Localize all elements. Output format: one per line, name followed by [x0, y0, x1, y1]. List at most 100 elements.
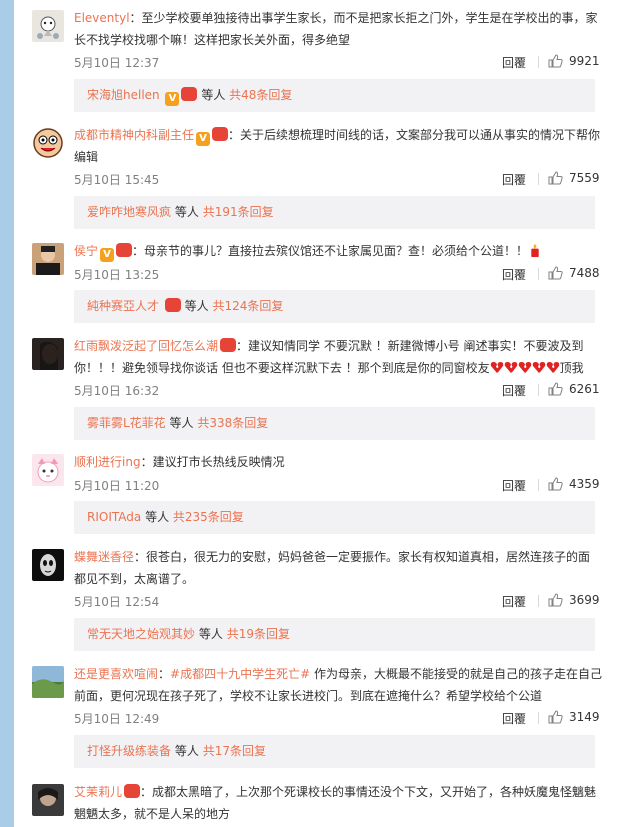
thumb-up-icon: [548, 382, 563, 396]
avatar[interactable]: [32, 10, 64, 42]
like-count: 7488: [569, 266, 600, 280]
like-button[interactable]: 7559: [548, 171, 600, 185]
like-button[interactable]: 7488: [548, 266, 600, 280]
sub-reply-mid: 等人: [169, 416, 194, 430]
hashtag-link[interactable]: #成都四十九中学生死亡#: [170, 667, 310, 681]
comment-body: ：建议打市长热线反映情况: [140, 455, 285, 469]
divider: [538, 384, 539, 396]
comment-text: 红雨飘泼泛起了回忆怎么潮 ：建议知情同学 不要沉默 ！新建微博小号 阐述事实！不要…: [74, 335, 602, 379]
level-badge-icon: [212, 127, 229, 141]
like-count: 7559: [569, 171, 600, 185]
comment-time: 5月10日 16:32: [74, 384, 160, 398]
comment-username[interactable]: 侯宁: [74, 244, 98, 258]
sub-reply-box[interactable]: 爱咋咋地寒风疯 等人 共191条回复: [74, 196, 595, 229]
reply-button[interactable]: 回覆: [502, 477, 526, 494]
reply-button[interactable]: 回覆: [502, 382, 526, 399]
like-button[interactable]: 3699: [548, 593, 600, 607]
avatar[interactable]: [32, 549, 64, 581]
comment-time: 5月10日 12:37: [74, 56, 160, 70]
comment-text: 侯宁 V ：母亲节的事儿？直接拉去殡仪馆还不让家属见面？查！必须给个公道！！: [74, 240, 602, 262]
reply-button[interactable]: 回覆: [502, 54, 526, 71]
broken-heart-icon: [504, 362, 517, 373]
sub-reply-count[interactable]: 共124条回复: [213, 299, 284, 313]
sub-reply-count[interactable]: 共191条回复: [203, 205, 274, 219]
divider: [538, 479, 539, 491]
sub-reply-box[interactable]: 打怪升级练装备 等人 共17条回复: [74, 735, 595, 768]
avatar[interactable]: [32, 666, 64, 698]
comment-body: ：成都太黑暗了，上次那个死课校长的事情还没个下文，又开始了，各种妖魔鬼怪魑魅魍魉…: [74, 785, 597, 821]
comment-username[interactable]: 蝶舞迷香径: [74, 550, 134, 564]
divider: [538, 56, 539, 68]
avatar[interactable]: [32, 338, 64, 370]
comment-text: 艾茉莉儿 ：成都太黑暗了，上次那个死课校长的事情还没个下文，又开始了，各种妖魔鬼怪…: [74, 781, 602, 825]
comment-username[interactable]: 成都市精神内科副主任: [74, 128, 194, 142]
sub-reply-box[interactable]: 雾菲雾L花菲花 等人 共338条回复: [74, 407, 595, 440]
sub-reply-user[interactable]: 爱咋咋地寒风疯: [87, 205, 171, 219]
reply-button[interactable]: 回覆: [502, 593, 526, 610]
comment-username[interactable]: 艾茉莉儿: [74, 785, 122, 799]
avatar[interactable]: [32, 454, 64, 486]
level-badge-icon: [164, 298, 181, 312]
avatar[interactable]: [32, 127, 64, 159]
sub-reply-mid: 等人: [145, 510, 170, 524]
thumb-up-icon: [548, 477, 563, 491]
comment-body: ：母亲节的事儿？直接拉去殡仪馆还不让家属见面？查！必须给个公道！！: [132, 244, 529, 258]
sub-reply-user[interactable]: 宋海旭hellen: [87, 88, 160, 102]
sub-reply-user[interactable]: 打怪升级练装备: [87, 744, 171, 758]
reply-button[interactable]: 回覆: [502, 266, 526, 283]
comment-text: 顺利进行ing：建议打市长热线反映情况: [74, 451, 602, 473]
thumb-up-icon: [548, 266, 563, 280]
sub-reply-count[interactable]: 共235条回复: [173, 510, 244, 524]
comment-time: 5月10日 13:25: [74, 268, 160, 282]
candle-emoji-icon: [531, 244, 539, 257]
reply-button[interactable]: 回覆: [502, 171, 526, 188]
sub-reply-mid: 等人: [174, 205, 199, 219]
verified-icon: V: [100, 248, 115, 262]
comment-username[interactable]: 还是更喜欢喧闹: [74, 667, 158, 681]
comment-body: ：很苍白，很无力的安慰，妈妈爸爸一定要振作。家长有权知道真相，居然连孩子的面都见…: [74, 550, 591, 586]
sub-reply-box[interactable]: 純种赛亞人才 等人 共124条回复: [74, 290, 595, 323]
comment-time: 5月10日 12:49: [74, 712, 160, 726]
sub-reply-count[interactable]: 共17条回复: [203, 744, 266, 758]
sub-reply-mid: 等人: [184, 299, 209, 313]
comment-text: Eleventyl：至少学校要单独接待出事学生家长，而不是把家长拒之门外，学生是…: [74, 7, 602, 51]
comment-username[interactable]: 红雨飘泼泛起了回忆怎么潮: [74, 339, 218, 353]
divider: [538, 173, 539, 185]
broken-heart-icon: [490, 362, 503, 373]
sub-reply-count[interactable]: 共48条回复: [229, 88, 292, 102]
sub-reply-box[interactable]: RIOITAda 等人 共235条回复: [74, 501, 595, 534]
verified-icon: V: [165, 92, 180, 106]
avatar[interactable]: [32, 243, 64, 275]
sub-reply-count[interactable]: 共19条回复: [227, 627, 290, 641]
sub-reply-user[interactable]: 常无天地之始观其妙: [87, 627, 195, 641]
sub-reply-user[interactable]: RIOITAda: [87, 510, 141, 524]
level-badge-icon: [116, 243, 133, 257]
level-badge-icon: [124, 784, 141, 798]
thumb-up-icon: [548, 171, 563, 185]
comment-username[interactable]: Eleventyl: [74, 11, 130, 25]
like-button[interactable]: 3149: [548, 710, 600, 724]
sub-reply-box[interactable]: 常无天地之始观其妙 等人 共19条回复: [74, 618, 595, 651]
like-button[interactable]: 9921: [548, 54, 600, 68]
divider: [538, 712, 539, 724]
broken-heart-icon: [532, 362, 545, 373]
comment-username[interactable]: 顺利进行ing: [74, 455, 141, 469]
sub-reply-user[interactable]: 純种赛亞人才: [87, 299, 159, 313]
sub-reply-box[interactable]: 宋海旭hellen V 等人 共48条回复: [74, 79, 595, 112]
like-count: 9921: [569, 54, 600, 68]
comment-panel: Eleventyl：至少学校要单独接待出事学生家长，而不是把家长拒之门外，学生是…: [14, 0, 617, 827]
verified-icon: V: [196, 132, 211, 146]
divider: [538, 595, 539, 607]
like-button[interactable]: 6261: [548, 382, 600, 396]
sub-reply-mid: 等人: [174, 744, 199, 758]
like-count: 4359: [569, 477, 600, 491]
thumb-up-icon: [548, 54, 563, 68]
thumb-up-icon: [548, 593, 563, 607]
sub-reply-user[interactable]: 雾菲雾L花菲花: [87, 416, 166, 430]
sub-reply-count[interactable]: 共338条回复: [197, 416, 268, 430]
reply-button[interactable]: 回覆: [502, 710, 526, 727]
avatar[interactable]: [32, 784, 64, 816]
comment-text: 蝶舞迷香径：很苍白，很无力的安慰，妈妈爸爸一定要振作。家长有权知道真相，居然连孩…: [74, 546, 602, 590]
like-button[interactable]: 4359: [548, 477, 600, 491]
level-badge-icon: [181, 87, 198, 101]
